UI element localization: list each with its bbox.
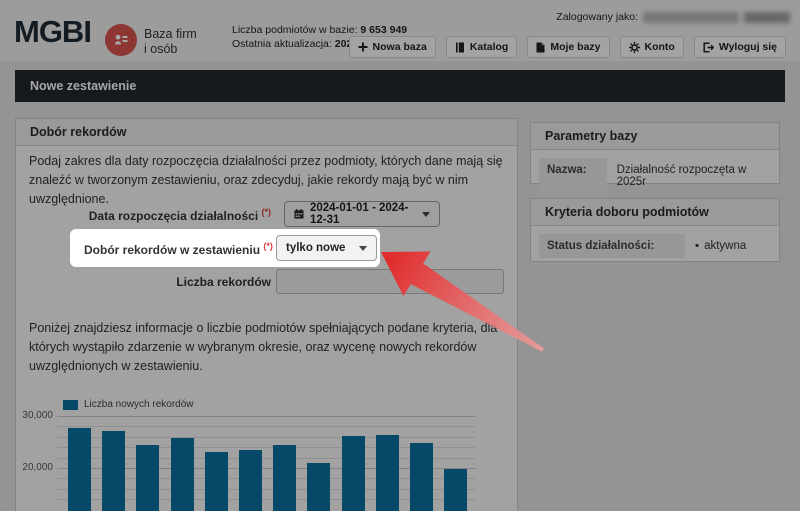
name-value: Działalność rozpoczęta w 2025r: [616, 164, 747, 188]
logout-icon: [703, 41, 714, 53]
panel-title: Kryteria doboru podmiotów: [531, 199, 779, 226]
new-database-button[interactable]: Nowa baza: [348, 36, 436, 58]
records-mode-value: tylko nowe: [286, 242, 346, 254]
panel-title: Dobór rekordów: [16, 119, 517, 146]
bar: [136, 444, 160, 511]
bar: [68, 428, 91, 511]
logo[interactable]: MGBI: [14, 14, 92, 50]
logout-button[interactable]: Wyloguj się: [693, 36, 786, 58]
file-icon: [536, 42, 545, 52]
redacted-username: [643, 11, 739, 23]
bar: [239, 450, 262, 511]
logged-in-as: Zalogowany jako:: [556, 11, 790, 23]
bar: [410, 442, 433, 511]
required-marker: (*): [263, 241, 273, 251]
outro-paragraph: Poniżej znajdziesz informacje o liczbie …: [29, 321, 498, 373]
chevron-down-icon: [359, 245, 367, 251]
panel-title: Parametry bazy: [531, 123, 779, 150]
chart-legend: Liczba nowych rekordów: [63, 399, 194, 410]
y-axis-tick: 30,000: [22, 410, 53, 421]
updated-label: Ostatnia aktualizacja:: [232, 38, 332, 50]
intro-paragraph: Podaj zakres dla daty rozpoczęcia działa…: [29, 154, 503, 206]
gridline: [57, 426, 475, 428]
name-label: Nazwa:: [539, 158, 607, 194]
records-count-label: Liczba rekordów: [176, 275, 271, 289]
y-axis-tick: 20,000: [22, 462, 53, 473]
bar: [375, 435, 399, 511]
catalog-button[interactable]: Katalog: [445, 36, 518, 58]
bar: [204, 451, 228, 511]
bar: [307, 462, 331, 511]
bar: [341, 436, 365, 511]
records-mode-highlight: Dobór rekordów w zestawieniu (*) tylko n…: [70, 229, 380, 267]
date-range-label: Data rozpoczęcia działalności (*): [88, 207, 272, 223]
date-range-value: 2024-01-01 - 2024-12-31: [309, 202, 409, 226]
bar: [102, 431, 126, 511]
logo-subtitle: Baza firm i osób: [144, 27, 197, 56]
plus-icon: [358, 42, 368, 52]
redacted-username-2: [744, 11, 790, 23]
legend-swatch: [63, 399, 78, 410]
required-marker: (*): [261, 207, 272, 217]
database-params-panel: Parametry bazy Nazwa: Działalność rozpoc…: [530, 122, 780, 194]
count-value: 9 653 949: [360, 24, 408, 36]
criteria-panel: Kryteria doboru podmiotów Status działal…: [530, 198, 780, 262]
my-databases-button[interactable]: Moje bazy: [527, 36, 610, 58]
page-title: Nowe zestawienie: [15, 70, 785, 102]
records-selection-panel: Dobór rekordów Podaj zakres dla daty roz…: [15, 118, 518, 511]
chevron-down-icon: [422, 211, 430, 217]
calendar-icon: [294, 209, 304, 219]
legend-label: Liczba nowych rekordów: [84, 399, 194, 410]
bar: [170, 438, 194, 511]
records-mode-select[interactable]: tylko nowe: [276, 235, 377, 261]
records-mode-label: Dobór rekordów w zestawieniu (*): [84, 241, 273, 257]
records-count-input[interactable]: [276, 269, 504, 294]
book-icon: [455, 42, 464, 52]
contact-card-icon: [105, 24, 137, 56]
bar: [444, 469, 468, 511]
count-label: Liczba podmiotów w bazie:: [232, 24, 358, 36]
gridline: [57, 416, 475, 417]
chart: Liczba nowych rekordów 30,000 20,000: [21, 396, 501, 511]
status-label: Status działalności:: [539, 234, 685, 258]
bar: [273, 445, 297, 511]
gear-icon: [628, 41, 640, 53]
bullet-icon: ▪: [695, 240, 700, 252]
app-header: MGBI Baza firm i osób Liczba podmiotów w…: [0, 0, 800, 61]
status-value: ▪ aktywna: [695, 240, 747, 252]
account-button[interactable]: Konto: [619, 36, 684, 58]
date-range-picker[interactable]: 2024-01-01 - 2024-12-31: [284, 201, 440, 227]
page: MGBI Baza firm i osób Liczba podmiotów w…: [0, 0, 800, 511]
main-nav: Nowa baza Katalog Moje bazy Konto Wylogu…: [348, 36, 786, 58]
